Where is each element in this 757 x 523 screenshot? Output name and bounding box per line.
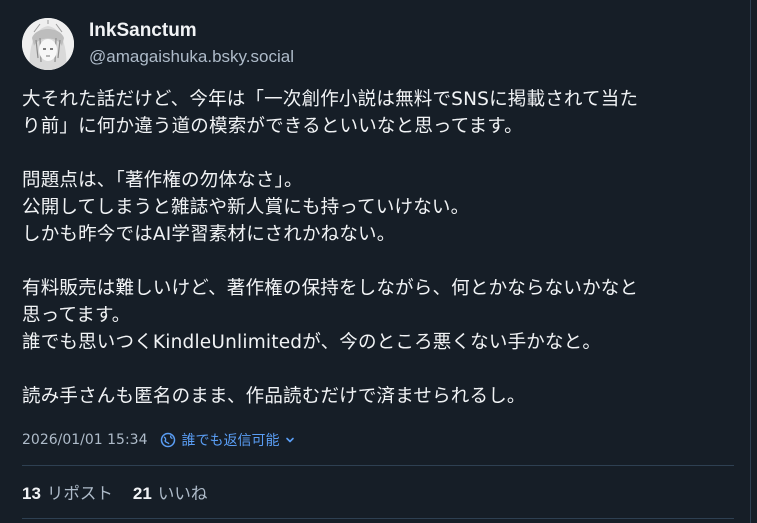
post-text-line: 誰でも思いつくKindleUnlimitedが、今のところ悪くない手かなと。 [22,332,602,353]
post-text-line: 有料販売は難しいけど、著作権の保持をしながら、何とかならないかなと [22,278,639,299]
likes-label: いいね [157,484,208,503]
post-text-line: 読み手さんも匿名のまま、作品読むだけで済ませられるし。 [22,386,526,407]
post-text-line [22,140,734,167]
engagement-stats: 13 リポスト 21 いいね [22,480,227,504]
post-detail: InkSanctum @amagaishuka.bsky.social 大それた… [0,0,757,523]
reply-setting-button[interactable]: 誰でも返信可能 [160,430,296,450]
post-text-line [22,248,734,275]
post-text-line: 大それた話だけど、今年は「一次創作小説は無料でSNSに掲載されて当た [22,89,639,110]
divider [22,518,734,519]
reposts-label: リポスト [46,484,113,503]
avatar[interactable] [22,18,74,70]
post-text-line: 公開してしまうと雑誌や新人賞にも持っていけない。 [22,197,470,218]
display-name[interactable]: InkSanctum [89,19,294,43]
globe-icon [160,432,175,448]
post-text-line: り前」に何か違う道の模索ができるといいなと思ってます。 [22,116,523,137]
handle[interactable]: @amagaishuka.bsky.social [89,45,294,69]
divider [22,465,734,466]
chevron-down-icon [285,437,294,443]
reposts-count: 13 [22,484,41,503]
post-text-line [22,356,734,383]
reply-setting-label: 誰でも返信可能 [181,433,280,449]
post-text-line: 問題点は、「著作権の勿体なさ」。 [22,170,303,191]
timestamp: 2026/01/01 15:34 [22,432,148,448]
author-names: InkSanctum @amagaishuka.bsky.social [89,19,294,69]
post-text-line: 思ってます。 [22,305,131,326]
panel-border [750,0,751,523]
post-text: 大それた話だけど、今年は「一次創作小説は無料でSNSに掲載されて当た り前」に何… [22,86,734,410]
post-header: InkSanctum @amagaishuka.bsky.social [22,18,294,70]
reposts-stat[interactable]: 13 リポスト [22,480,113,504]
likes-stat[interactable]: 21 いいね [133,480,207,504]
post-meta: 2026/01/01 15:34 誰でも返信可能 [22,430,296,450]
post-text-line: しかも昨今ではAI学習素材にされかねない。 [22,224,396,245]
likes-count: 21 [132,484,152,503]
